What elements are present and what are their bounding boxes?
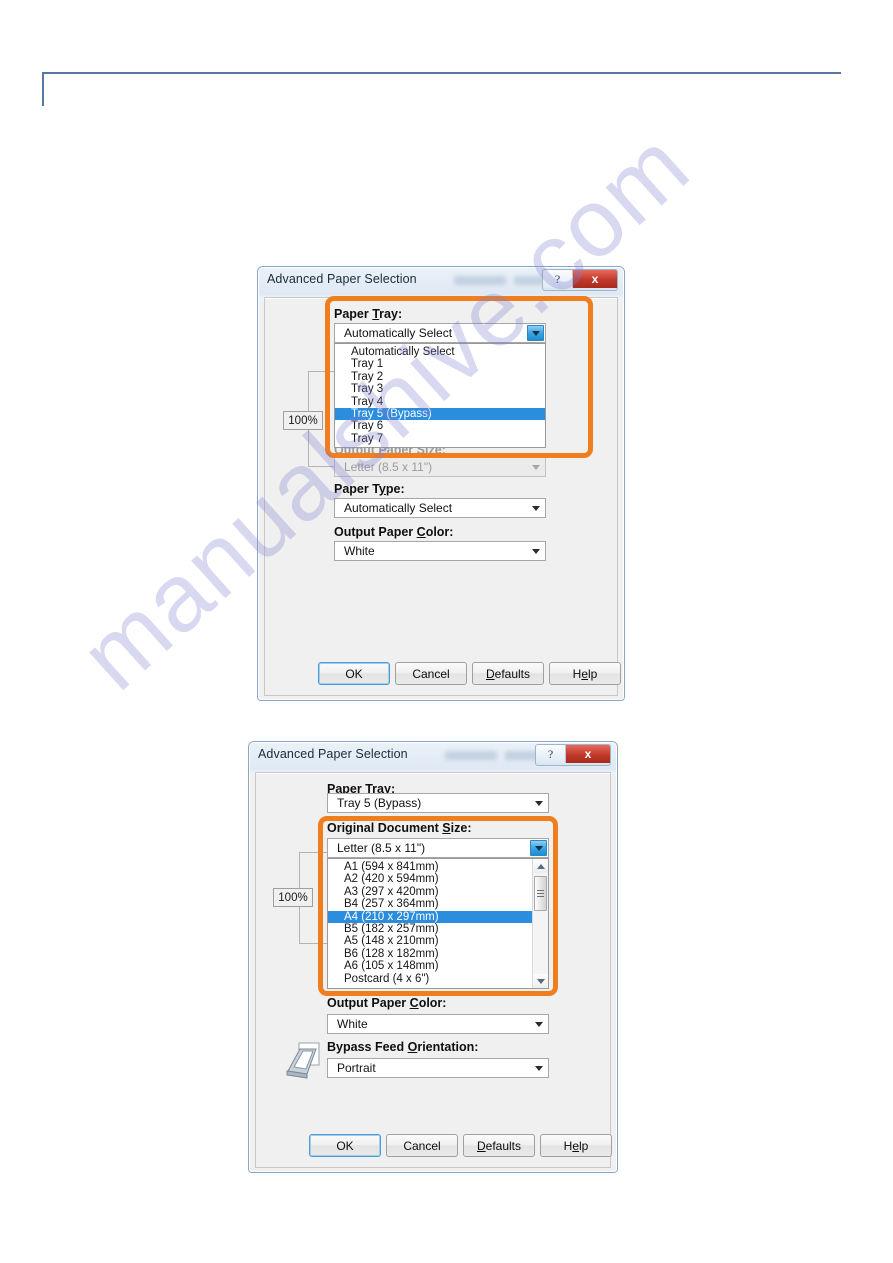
ok-button[interactable]: OK bbox=[318, 662, 390, 685]
list-item[interactable]: A1 (594 x 841mm) bbox=[328, 861, 548, 873]
output-paper-color-label: Output Paper Color: bbox=[334, 525, 454, 539]
defaults-button[interactable]: Defaults bbox=[472, 662, 544, 685]
chevron-down-icon[interactable] bbox=[535, 1022, 543, 1027]
title-ghost-text-1 bbox=[454, 276, 506, 285]
caption-button-group: ? x bbox=[542, 269, 618, 291]
output-paper-color-value: White bbox=[337, 1017, 368, 1031]
help-button-bottom[interactable]: Help bbox=[540, 1134, 612, 1157]
chevron-down-icon[interactable] bbox=[532, 506, 540, 511]
cancel-button[interactable]: Cancel bbox=[395, 662, 467, 685]
bypass-feed-orientation-value: Portrait bbox=[337, 1061, 376, 1075]
original-document-size-combobox[interactable]: Letter (8.5 x 11") bbox=[327, 838, 549, 858]
paper-tray-dropdown-list[interactable]: Automatically Select Tray 1 Tray 2 Tray … bbox=[334, 343, 546, 448]
page-header-tick bbox=[42, 72, 44, 106]
paper-tray-icon bbox=[285, 1041, 323, 1081]
bypass-feed-orientation-label: Bypass Feed Orientation: bbox=[327, 1040, 479, 1054]
ok-button[interactable]: OK bbox=[309, 1134, 381, 1157]
list-item[interactable]: Tray 4 bbox=[335, 396, 545, 408]
paper-tray-combobox[interactable]: Automatically Select bbox=[334, 323, 546, 343]
list-item[interactable]: A5 (148 x 210mm) bbox=[328, 935, 548, 947]
paper-tray-label: Paper Tray: bbox=[334, 307, 403, 321]
scrollbar-thumb[interactable] bbox=[534, 876, 547, 911]
close-icon[interactable]: x bbox=[573, 270, 617, 288]
list-item[interactable]: Tray 1 bbox=[335, 358, 545, 370]
paper-tray-combobox[interactable]: Tray 5 (Bypass) bbox=[327, 793, 549, 813]
dialog-title: Advanced Paper Selection bbox=[258, 747, 408, 761]
caption-button-group: ? x bbox=[535, 744, 611, 766]
dialog-titlebar[interactable]: Advanced Paper Selection ? x bbox=[258, 267, 624, 294]
zoom-percent-box: 100% bbox=[283, 411, 323, 430]
original-document-size-value: Letter (8.5 x 11") bbox=[337, 841, 426, 855]
output-paper-color-combobox[interactable]: White bbox=[334, 541, 546, 561]
paper-tray-value: Automatically Select bbox=[344, 326, 453, 340]
paper-type-value: Automatically Select bbox=[344, 501, 453, 515]
help-button[interactable]: ? bbox=[536, 745, 566, 763]
advanced-paper-selection-dialog-2: Advanced Paper Selection ? x 100% Paper … bbox=[248, 741, 618, 1173]
bypass-feed-orientation-combobox[interactable]: Portrait bbox=[327, 1058, 549, 1078]
advanced-paper-selection-dialog-1: Advanced Paper Selection ? x 100% Paper … bbox=[257, 266, 625, 701]
original-document-size-label: Original Document Size: bbox=[327, 821, 472, 835]
list-item[interactable]: Automatically Select bbox=[335, 346, 545, 358]
dialog-titlebar[interactable]: Advanced Paper Selection ? x bbox=[249, 742, 617, 769]
chevron-down-icon[interactable] bbox=[535, 1066, 543, 1071]
output-paper-size-value: Letter (8.5 x 11") bbox=[344, 460, 433, 474]
chevron-down-icon[interactable] bbox=[535, 801, 543, 806]
output-paper-color-value: White bbox=[344, 544, 375, 558]
help-button[interactable]: ? bbox=[543, 270, 573, 288]
list-item[interactable]: Postcard (4 x 6") bbox=[328, 973, 548, 985]
close-icon[interactable]: x bbox=[566, 745, 610, 763]
defaults-button[interactable]: Defaults bbox=[463, 1134, 535, 1157]
list-item-selected[interactable]: A4 (210 x 297mm) bbox=[328, 910, 548, 923]
paper-type-combobox[interactable]: Automatically Select bbox=[334, 498, 546, 518]
title-ghost-text-1 bbox=[445, 751, 497, 760]
list-item[interactable]: A2 (420 x 594mm) bbox=[328, 873, 548, 885]
scroll-up-icon[interactable] bbox=[533, 859, 548, 873]
list-item[interactable]: B4 (257 x 364mm) bbox=[328, 898, 548, 910]
dialog-title: Advanced Paper Selection bbox=[267, 272, 417, 286]
scrollbar-grip-icon bbox=[537, 890, 544, 897]
list-item[interactable]: Tray 2 bbox=[335, 371, 545, 383]
page-header-rule bbox=[42, 72, 841, 74]
original-document-size-dropdown-list[interactable]: A1 (594 x 841mm) A2 (420 x 594mm) A3 (29… bbox=[327, 858, 549, 989]
cancel-button[interactable]: Cancel bbox=[386, 1134, 458, 1157]
paper-tray-value: Tray 5 (Bypass) bbox=[337, 796, 422, 810]
chevron-down-icon[interactable] bbox=[530, 840, 547, 856]
output-paper-color-label: Output Paper Color: bbox=[327, 996, 447, 1010]
list-item[interactable]: Tray 3 bbox=[335, 383, 545, 395]
output-paper-size-combobox: Letter (8.5 x 11") bbox=[334, 457, 546, 477]
paper-type-label: Paper Type: bbox=[334, 482, 405, 496]
list-item[interactable]: Tray 6 bbox=[335, 420, 545, 432]
chevron-down-icon bbox=[532, 465, 540, 470]
list-item-selected[interactable]: Tray 5 (Bypass) bbox=[335, 407, 545, 421]
dropdown-scrollbar[interactable] bbox=[532, 859, 548, 988]
list-item[interactable]: A6 (105 x 148mm) bbox=[328, 960, 548, 972]
output-paper-color-combobox[interactable]: White bbox=[327, 1014, 549, 1034]
scroll-down-icon[interactable] bbox=[533, 974, 548, 988]
list-item[interactable]: B6 (128 x 182mm) bbox=[328, 948, 548, 960]
chevron-down-icon[interactable] bbox=[532, 549, 540, 554]
list-item[interactable]: A3 (297 x 420mm) bbox=[328, 886, 548, 898]
list-item[interactable]: Tray 7 bbox=[335, 433, 545, 445]
chevron-down-icon[interactable] bbox=[527, 325, 544, 341]
help-button-bottom[interactable]: Help bbox=[549, 662, 621, 685]
list-item[interactable]: B5 (182 x 257mm) bbox=[328, 923, 548, 935]
zoom-percent-box: 100% bbox=[273, 888, 313, 907]
